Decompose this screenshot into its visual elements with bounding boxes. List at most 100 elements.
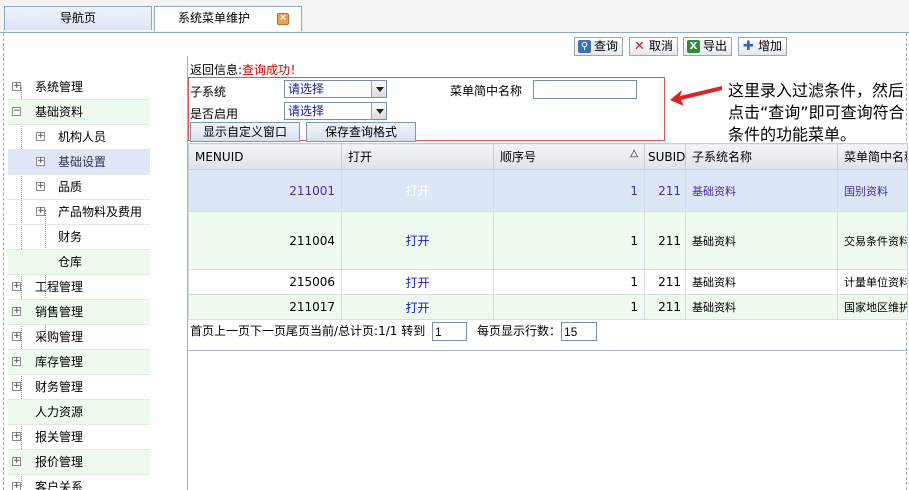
cell-order: 1 <box>493 211 645 270</box>
tree-item-label: 基础资料 <box>35 105 84 119</box>
cell-menuid: 215006 <box>188 269 342 295</box>
tree-item-financial-mgmt[interactable]: + 财务管理 <box>8 375 150 400</box>
tree-item-system-management[interactable]: + 系统管理 <box>8 75 150 100</box>
tree-item-hr[interactable]: 人力资源 <box>8 400 150 425</box>
arrow-left-icon <box>670 86 722 106</box>
cell-menu-name: 交易条件资料 <box>837 211 908 270</box>
tree-item-org-staff[interactable]: + 机构人员 <box>8 125 150 150</box>
expand-icon[interactable]: + <box>36 207 45 216</box>
column-header-order[interactable]: 顺序号 △ <box>493 143 645 170</box>
plus-icon: ✚ <box>743 39 754 54</box>
tree-item-label: 财务 <box>58 230 83 244</box>
cell-subsystem: 基础资料 <box>685 169 838 212</box>
goto-page-input[interactable] <box>432 322 467 341</box>
cell-order: 1 <box>493 294 645 320</box>
expand-icon[interactable]: + <box>12 307 21 316</box>
save-query-format-button[interactable]: 保存查询格式 <box>306 122 416 142</box>
expand-icon[interactable]: + <box>36 157 45 166</box>
table-row[interactable]: 211017 打开 1 211 基础资料 国家地区维护 <box>188 294 908 320</box>
close-icon[interactable]: × <box>277 13 289 25</box>
search-icon: ⚲ <box>578 40 591 53</box>
tab-menu-maintenance-label: 系统菜单维护 <box>177 11 250 25</box>
column-header-menu-name[interactable]: 菜单简中名称 <box>837 143 908 170</box>
cancel-button[interactable]: ✕ 取消 <box>629 37 679 56</box>
column-header-menuid[interactable]: MENUID <box>188 143 342 170</box>
expand-icon[interactable]: + <box>12 482 21 490</box>
tree-item-basic-settings[interactable]: + 基础设置 <box>8 150 150 175</box>
tab-menu-maintenance[interactable]: 系统菜单维护 × <box>154 6 302 31</box>
chevron-down-icon[interactable] <box>371 81 386 97</box>
sort-asc-icon[interactable]: △ <box>630 148 638 159</box>
tree-item-basic-data[interactable]: − 基础资料 <box>8 100 150 125</box>
cell-subid: 211 <box>644 294 686 320</box>
tree-item-warehouse[interactable]: 仓库 <box>8 250 150 275</box>
menu-name-input[interactable] <box>533 80 637 99</box>
subsystem-select-value: 请选择 <box>288 82 325 96</box>
tree-item-customs[interactable]: + 报关管理 <box>8 425 150 450</box>
enabled-label: 是否启用 <box>190 107 239 121</box>
tree-item-finance[interactable]: 财务 <box>8 225 150 250</box>
table-row[interactable]: 215006 打开 1 211 基础资料 计量单位资料 <box>188 269 908 295</box>
column-header-subid[interactable]: SUBID <box>644 143 686 170</box>
enabled-select[interactable]: 请选择 <box>284 102 387 120</box>
expand-icon[interactable]: + <box>12 432 21 441</box>
show-custom-window-button[interactable]: 显示自定义窗口 <box>190 122 300 142</box>
expand-icon[interactable]: + <box>12 282 21 291</box>
pager-nav[interactable]: 首页上一页下一页尾页当前/总计页:1/1 转到 <box>190 324 425 338</box>
expand-icon[interactable]: + <box>12 332 21 341</box>
tree-item-product-materials[interactable]: + 产品物料及费用 <box>8 200 150 225</box>
tree-item-crm[interactable]: + 客户关系 <box>8 475 150 490</box>
open-link[interactable]: 打开 <box>341 169 494 212</box>
column-header-open[interactable]: 打开 <box>341 143 494 170</box>
tree-item-label: 产品物料及费用 <box>58 205 143 219</box>
expand-icon[interactable]: + <box>12 457 21 466</box>
open-link[interactable]: 打开 <box>341 294 494 320</box>
cell-menu-name: 国家地区维护 <box>837 294 908 320</box>
navigation-tree: + 系统管理 − 基础资料 + 机构人员 + 基础设置 + 品质 + 产品物料及… <box>8 75 150 490</box>
table-row[interactable]: 211004 打开 1 211 基础资料 交易条件资料 <box>188 211 908 270</box>
tree-item-engineering[interactable]: + 工程管理 <box>8 275 150 300</box>
tree-item-label: 采购管理 <box>35 330 84 344</box>
expand-icon[interactable]: + <box>12 82 21 91</box>
expand-icon[interactable]: + <box>12 382 21 391</box>
column-header-subsystem[interactable]: 子系统名称 <box>685 143 838 170</box>
subsystem-label: 子系统 <box>190 85 227 99</box>
tree-item-inventory[interactable]: + 库存管理 <box>8 350 150 375</box>
rows-per-page-label: 每页显示行数： <box>477 324 562 338</box>
tree-item-sales[interactable]: + 销售管理 <box>8 300 150 325</box>
tree-item-purchasing[interactable]: + 采购管理 <box>8 325 150 350</box>
query-button[interactable]: ⚲ 查询 <box>574 37 624 56</box>
subsystem-select[interactable]: 请选择 <box>284 80 387 98</box>
chevron-down-icon[interactable] <box>371 103 386 119</box>
tree-item-label: 机构人员 <box>58 130 107 144</box>
open-link[interactable]: 打开 <box>341 269 494 295</box>
open-link[interactable]: 打开 <box>341 211 494 270</box>
tree-item-quality[interactable]: + 品质 <box>8 175 150 200</box>
rows-per-page-input[interactable] <box>561 322 597 341</box>
tree-item-label: 客户关系 <box>35 480 84 490</box>
expand-icon[interactable]: + <box>12 357 21 366</box>
expand-icon[interactable]: + <box>36 132 45 141</box>
cell-order: 1 <box>493 169 645 212</box>
result-status: 查询成功！ <box>242 63 303 77</box>
query-button-label: 查询 <box>594 39 619 53</box>
tree-item-label: 财务管理 <box>35 380 84 394</box>
export-button[interactable]: X 导出 <box>683 37 733 56</box>
tree-item-label: 工程管理 <box>35 280 84 294</box>
menu-grid: MENUID 打开 顺序号△ SUBID 子系统名称 菜单简中名称 211001… <box>188 143 908 320</box>
cell-subid: 211 <box>644 269 686 295</box>
table-row[interactable]: 211001 打开 1 211 基础资料 国别资料 <box>188 169 908 212</box>
collapse-icon[interactable]: − <box>12 107 21 116</box>
expand-icon[interactable]: + <box>36 182 45 191</box>
cell-order: 1 <box>493 269 645 295</box>
cancel-button-label: 取消 <box>649 39 674 53</box>
tree-item-quotation[interactable]: + 报价管理 <box>8 450 150 475</box>
tree-item-label: 库存管理 <box>35 355 84 369</box>
tab-navigation[interactable]: 导航页 <box>4 6 152 30</box>
callout-annotation: 这里录入过滤条件，然后点击“查询”即可查询符合条件的功能菜单。 <box>728 81 905 144</box>
cell-menu-name: 国别资料 <box>837 169 908 212</box>
divider <box>188 350 907 351</box>
cancel-x-icon: ✕ <box>634 39 645 54</box>
add-button[interactable]: ✚ 增加 <box>738 37 788 56</box>
tree-item-label: 品质 <box>58 180 83 194</box>
